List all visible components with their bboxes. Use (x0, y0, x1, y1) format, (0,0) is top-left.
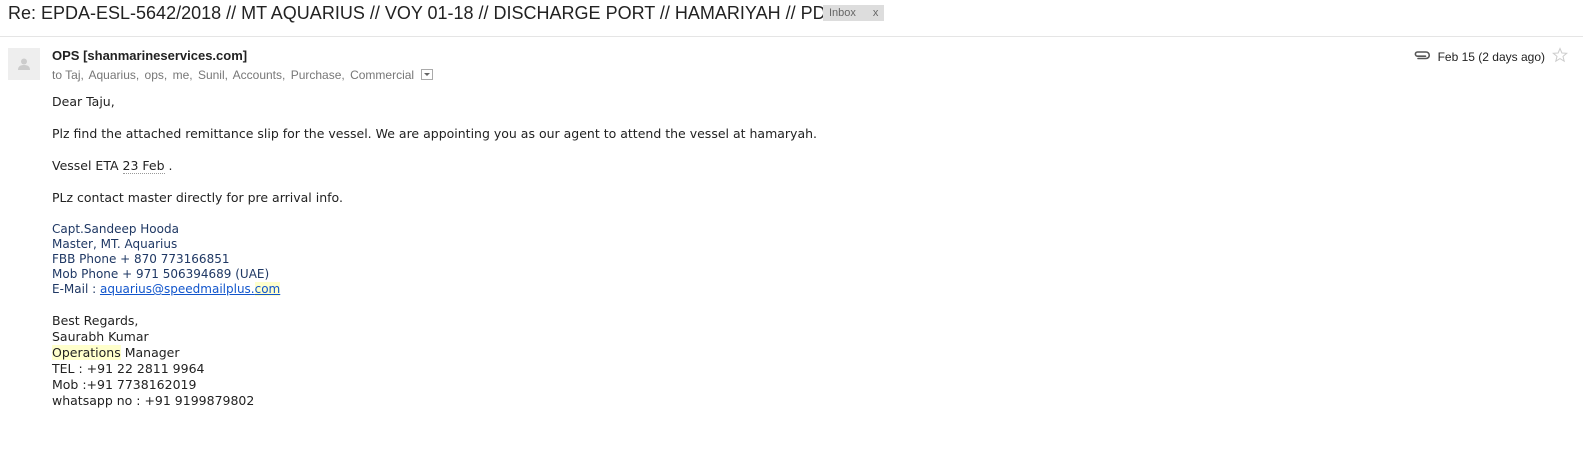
body-paragraph: PLz contact master directly for pre arri… (52, 190, 343, 205)
star-icon[interactable] (1552, 47, 1568, 66)
master-signature-email: E-Mail : aquarius@speedmailplus.com (52, 282, 817, 297)
closing: Best Regards, (52, 313, 139, 328)
recipient: Sunil, (197, 68, 228, 82)
avatar[interactable] (8, 48, 40, 80)
signature-tel: TEL : +91 22 2811 9964 (52, 361, 205, 376)
subject-bar: Re: EPDA-ESL-5642/2018 // MT AQUARIUS //… (0, 0, 1583, 37)
recipient: Commercial (350, 68, 415, 82)
email-link[interactable]: aquarius@speedmailplus.com (100, 282, 281, 296)
sender-name[interactable]: OPS [shanmarineservices.com] (52, 48, 247, 63)
master-signature-fbb: FBB Phone + 870 773166851 (52, 252, 230, 266)
message-meta: Feb 15 (2 days ago) (1413, 47, 1568, 66)
eta-date[interactable]: 23 Feb (122, 158, 165, 174)
recipients-prefix: to (52, 68, 63, 82)
greeting: Dear Taju, (52, 94, 115, 109)
recipient: Purchase, (290, 68, 345, 82)
inbox-label-chip[interactable]: Inbox x (823, 5, 885, 21)
recipient: Aquarius, (88, 68, 140, 82)
body-paragraph: Plz find the attached remittance slip fo… (52, 126, 818, 141)
message-body: Dear Taju, Plz find the attached remitta… (52, 94, 817, 409)
remove-label-button[interactable]: x (873, 7, 879, 19)
email-subject: Re: EPDA-ESL-5642/2018 // MT AQUARIUS //… (8, 3, 838, 23)
recipient: Accounts, (232, 68, 286, 82)
signature-whatsapp: whatsapp no : +91 9199879802 (52, 393, 255, 408)
eta-prefix: Vessel ETA (52, 158, 123, 173)
message-date[interactable]: Feb 15 (2 days ago) (1438, 50, 1545, 64)
email-label: E-Mail : (52, 282, 100, 296)
person-icon (18, 58, 30, 70)
master-signature-name: Capt.Sandeep Hooda (52, 222, 179, 236)
eta-line: Vessel ETA 23 Feb . (52, 158, 817, 174)
chevron-down-icon[interactable] (421, 69, 434, 81)
master-signature-mob: Mob Phone + 971 506394689 (UAE) (52, 267, 270, 281)
recipient: Taj, (65, 68, 84, 82)
signature-mob: Mob :+91 7738162019 (52, 377, 197, 392)
signature-role: Operations Manager (52, 345, 180, 360)
signature-name: Saurabh Kumar (52, 329, 149, 344)
label-name[interactable]: Inbox (829, 7, 856, 19)
recipients-line: to Taj, Aquarius, ops, me, Sunil, Accoun… (52, 68, 434, 82)
master-signature-title: Master, MT. Aquarius (52, 237, 178, 251)
eta-suffix: . (164, 158, 173, 173)
paperclip-icon (1413, 49, 1431, 64)
recipient: ops, (144, 68, 168, 82)
recipient: me, (172, 68, 193, 82)
